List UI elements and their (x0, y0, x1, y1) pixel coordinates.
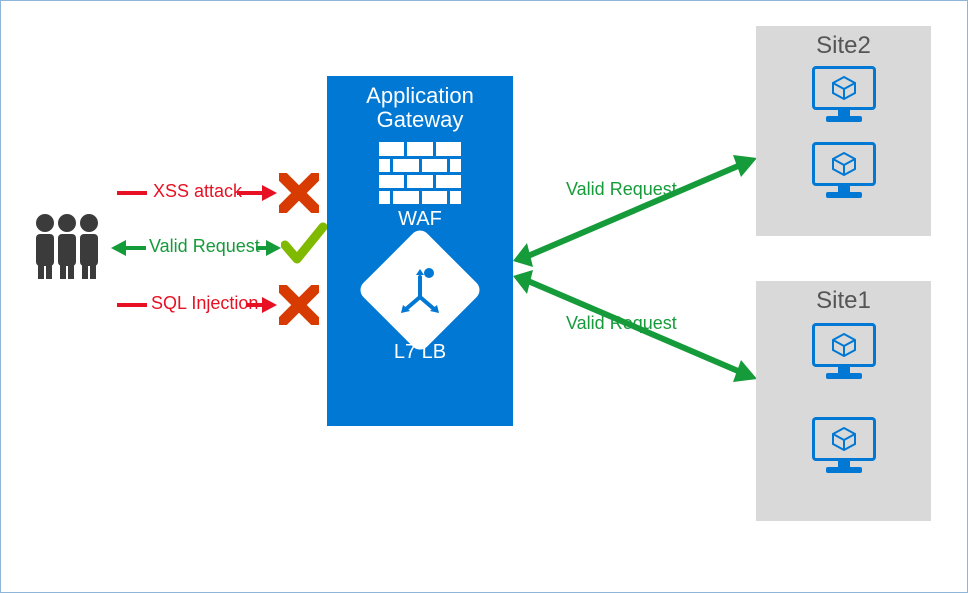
site2-box: Site2 (756, 26, 931, 236)
blocked-x-icon-sqli (279, 285, 319, 325)
gateway-title: Application Gateway (327, 84, 513, 132)
app-gateway-box: Application Gateway WAF (327, 76, 513, 426)
vm-icon (812, 323, 876, 381)
site1-box: Site1 (756, 281, 931, 521)
vm-icon (812, 417, 876, 475)
arrow-to-site2 (513, 151, 763, 271)
label-sqli: SQL Injection (151, 293, 258, 314)
label-xss: XSS attack (153, 181, 242, 202)
label-out-site2: Valid Request (566, 179, 677, 200)
load-balancer-icon (375, 245, 465, 335)
label-valid-in: Valid Request (149, 236, 260, 257)
vm-icon (812, 66, 876, 124)
allowed-check-icon (281, 221, 327, 272)
site1-title: Site1 (756, 287, 931, 315)
users-icon (27, 211, 107, 286)
firewall-icon (379, 142, 461, 204)
blocked-x-icon-xss (279, 173, 319, 213)
waf-label: WAF (327, 208, 513, 231)
site2-title: Site2 (756, 32, 931, 60)
label-out-site1: Valid Request (566, 313, 677, 334)
vm-icon (812, 142, 876, 200)
diagram-canvas: XSS attack Valid Request SQL Injection A… (0, 0, 968, 593)
